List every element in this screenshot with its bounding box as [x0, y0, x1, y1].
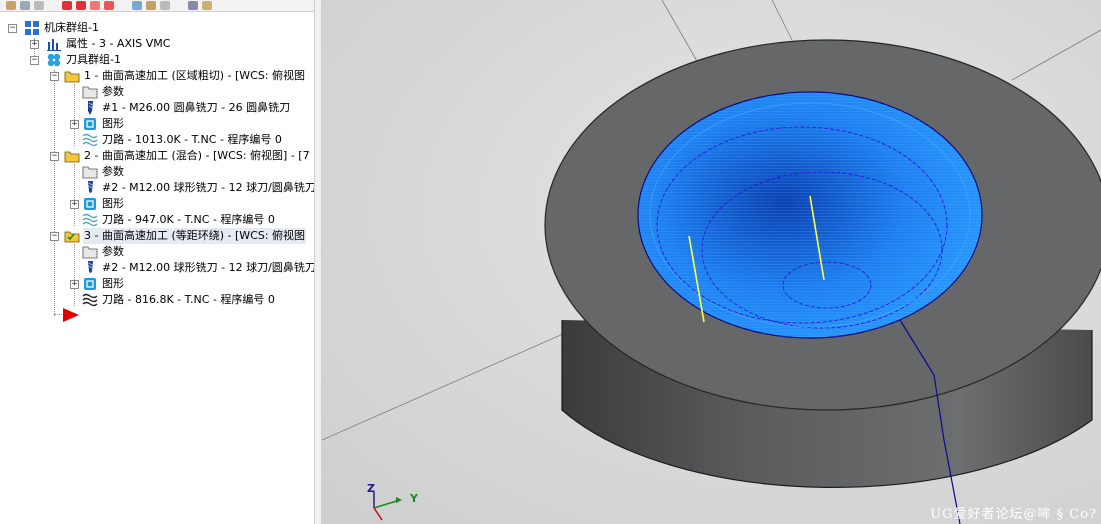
tree-item-label: 图形 — [102, 197, 124, 210]
tree-item-label: 刀路 - 947.0K - T.NC - 程序编号 0 — [102, 213, 275, 226]
expand-toggle[interactable]: + — [70, 120, 79, 129]
tree-item-label: 图形 — [102, 277, 124, 290]
expand-toggle[interactable]: + — [70, 280, 79, 289]
axis-z-label: Z — [367, 482, 375, 495]
toolbar-button[interactable] — [146, 1, 156, 10]
tool-group-icon — [47, 53, 61, 67]
operation-title: 3 - 曲面高速加工 (等距环绕) - [WCS: 俯视图 — [83, 228, 307, 244]
toolbar-button[interactable] — [160, 1, 170, 10]
operation-item-3[interactable]: − 3 - 曲面高速加工 (等距环绕) - [WCS: 俯视图 — [50, 228, 307, 244]
folder-icon — [82, 86, 98, 99]
operation-item-2[interactable]: − 2 - 曲面高速加工 (混合) - [WCS: 俯视图] - [7 — [50, 148, 311, 164]
panel-splitter[interactable] — [314, 0, 322, 524]
tree-item-label: 参数 — [102, 165, 124, 178]
operation-item-1[interactable]: − 1 - 曲面高速加工 (区域粗切) - [WCS: 俯视图 — [50, 68, 306, 84]
toolpath-icon — [82, 213, 98, 227]
toolbar-button[interactable] — [20, 1, 30, 10]
expand-toggle[interactable]: + — [30, 40, 39, 49]
insert-arrow-icon[interactable] — [62, 307, 80, 323]
collapse-toggle[interactable]: − — [30, 56, 39, 65]
tree-root[interactable]: − 机床群组-1 — [8, 20, 100, 36]
tree-item-geometry[interactable]: + 图形 — [70, 196, 125, 212]
geometry-icon — [84, 198, 96, 210]
collapse-toggle[interactable]: − — [50, 152, 59, 161]
tree-item-label: 参数 — [102, 85, 124, 98]
collapse-toggle[interactable]: − — [8, 24, 17, 33]
operation-folder-icon — [64, 151, 80, 163]
tree-item-params[interactable]: 参数 — [74, 84, 125, 100]
geometry-icon — [84, 118, 96, 130]
tree-item-properties[interactable]: + 属性 - 3 - AXIS VMC — [30, 36, 171, 52]
tree-item-tool[interactable]: #1 - M26.00 圆鼻铣刀 - 26 圆鼻铣刀 — [74, 100, 291, 116]
tree-item-label: #1 - M26.00 圆鼻铣刀 - 26 圆鼻铣刀 — [102, 101, 291, 114]
ball-mill-icon — [88, 181, 93, 193]
operation-title: 1 - 曲面高速加工 (区域粗切) - [WCS: 俯视图 — [84, 69, 306, 82]
machine-group-icon — [25, 21, 39, 35]
tree-connector — [54, 70, 55, 316]
expand-toggle[interactable]: + — [70, 200, 79, 209]
geometry-icon — [84, 278, 96, 290]
tree-item-toolpath[interactable]: 刀路 - 947.0K - T.NC - 程序编号 0 — [74, 212, 276, 228]
tree-item-label: 刀路 - 816.8K - T.NC - 程序编号 0 — [102, 293, 275, 306]
tree-item-label: 图形 — [102, 117, 124, 130]
toolbar-button[interactable] — [104, 1, 114, 10]
graphics-viewport[interactable]: Z Y UG爱好者论坛@哞 § Co? — [322, 0, 1101, 524]
tree-item-label: 参数 — [102, 245, 124, 258]
toolbar-button[interactable] — [76, 1, 86, 10]
tree-item-toolpath[interactable]: 刀路 - 1013.0K - T.NC - 程序编号 0 — [74, 132, 283, 148]
operation-folder-icon — [64, 71, 80, 83]
toolpath-icon — [82, 133, 98, 147]
operation-folder-selected-icon — [64, 231, 80, 243]
tree-item-label: #2 - M12.00 球形铣刀 - 12 球刀/圆鼻铣刀 — [102, 181, 314, 194]
toolbar — [0, 0, 320, 12]
tree-item-tool-group[interactable]: − 刀具群组-1 — [30, 52, 122, 68]
watermark-text: UG爱好者论坛@哞 § Co? — [930, 507, 1097, 522]
tree-root-label: 机床群组-1 — [44, 21, 99, 34]
properties-icon — [47, 39, 61, 51]
part-3d-view — [322, 0, 1101, 524]
tree-item-geometry[interactable]: + 图形 — [70, 276, 125, 292]
toolpath-dark-icon — [82, 293, 98, 307]
toolbar-button[interactable] — [6, 1, 16, 10]
tree-item-label: 刀具群组-1 — [66, 53, 121, 66]
ball-mill-icon — [88, 261, 93, 273]
toolbar-button[interactable] — [62, 1, 72, 10]
tree-item-label: 属性 - 3 - AXIS VMC — [66, 37, 171, 50]
collapse-toggle[interactable]: − — [50, 232, 59, 241]
tree-item-tool[interactable]: #2 - M12.00 球形铣刀 - 12 球刀/圆鼻铣刀 — [74, 180, 314, 196]
toolbar-button[interactable] — [90, 1, 100, 10]
operations-manager-tree: − 机床群组-1 + 属性 - 3 - AXIS VMC − 刀具群组-1 − … — [0, 12, 314, 524]
operation-title: 2 - 曲面高速加工 (混合) - [WCS: 俯视图] - [7 — [84, 149, 310, 162]
toolbar-button[interactable] — [132, 1, 142, 10]
tree-item-params[interactable]: 参数 — [74, 244, 125, 260]
tree-item-geometry[interactable]: + 图形 — [70, 116, 125, 132]
toolbar-button[interactable] — [202, 1, 212, 10]
toolbar-button[interactable] — [188, 1, 198, 10]
folder-icon — [82, 166, 98, 179]
toolbar-button[interactable] — [34, 1, 44, 10]
axis-y-label: Y — [410, 492, 418, 505]
tree-item-label: 刀路 - 1013.0K - T.NC - 程序编号 0 — [102, 133, 282, 146]
collapse-toggle[interactable]: − — [50, 72, 59, 81]
tree-item-toolpath[interactable]: 刀路 - 816.8K - T.NC - 程序编号 0 — [74, 292, 276, 308]
tree-item-label: #2 - M12.00 球形铣刀 - 12 球刀/圆鼻铣刀 — [102, 261, 314, 274]
tree-item-params[interactable]: 参数 — [74, 164, 125, 180]
endmill-icon — [88, 101, 93, 115]
tree-item-tool[interactable]: #2 - M12.00 球形铣刀 - 12 球刀/圆鼻铣刀 — [74, 260, 314, 276]
folder-icon — [82, 246, 98, 259]
